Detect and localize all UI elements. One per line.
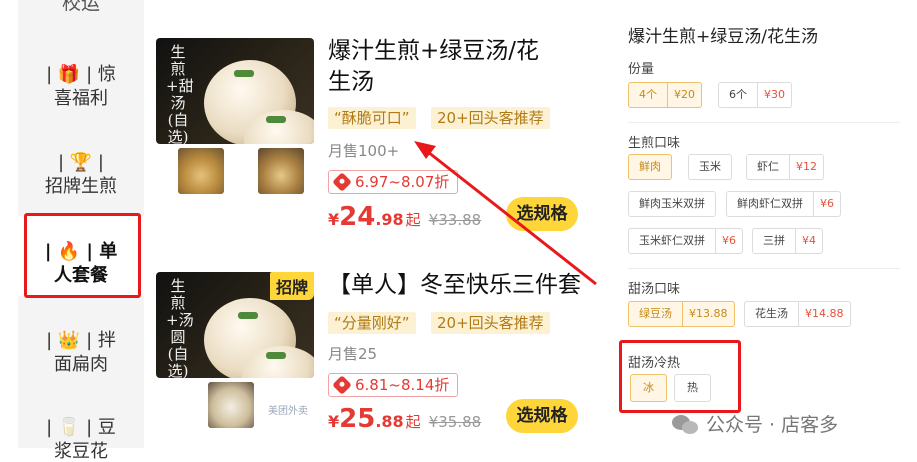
option-fresh-pork[interactable]: 鲜肉 — [628, 154, 672, 180]
price: ¥24.98 起 ¥33.88 — [328, 202, 482, 232]
product-thumbnail[interactable] — [178, 148, 224, 194]
trophy-icon: 🏆 — [69, 152, 93, 173]
select-spec-button[interactable]: 选规格 — [506, 197, 578, 231]
discount-tag-icon — [332, 375, 352, 395]
product-card[interactable]: 生煎+甜汤(自选) 爆汁生煎+绿豆汤/花 生汤 “酥脆可口” 20+回头客推荐 … — [156, 38, 586, 238]
monthly-sales: 月售100+ — [328, 142, 400, 160]
crown-icon: 👑 — [57, 330, 81, 351]
recommend-tag: 20+回头客推荐 — [431, 107, 550, 129]
option-mung-bean-soup[interactable]: 绿豆汤 ¥13.88 — [628, 301, 735, 327]
discount-badge: 6.97~8.07折 — [328, 170, 459, 194]
option-shrimp[interactable]: 虾仁 ¥12 — [746, 154, 824, 180]
monthly-sales: 月售25 — [328, 345, 378, 363]
select-spec-button[interactable]: 选规格 — [506, 399, 578, 433]
product-title: 爆汁生煎+绿豆汤/花 生汤 — [328, 38, 540, 95]
product-image[interactable]: 生煎+甜汤(自选) — [156, 38, 314, 144]
recommend-tag: 20+回头客推荐 — [431, 312, 550, 334]
original-price: ¥35.88 — [428, 413, 482, 431]
review-tag: “酥脆可口” — [328, 107, 416, 129]
option-corn-shrimp[interactable]: 玉米虾仁双拼 ¥6 — [628, 228, 743, 254]
divider — [628, 268, 900, 269]
sidebar-item-welfare[interactable]: | 🎁 | 惊 喜福利 — [18, 63, 144, 111]
product-image-text: 生煎+甜汤(自选) — [166, 43, 194, 145]
group-label-portion: 份量 — [628, 62, 655, 77]
option-4pcs[interactable]: 4个 ¥20 — [628, 82, 702, 108]
sidebar-item-soymilk[interactable]: | 🥛 | 豆 浆豆花 — [18, 416, 144, 462]
discount-badge: 6.81~8.14折 — [328, 373, 459, 397]
wechat-icon — [672, 413, 700, 435]
sidebar-item-label: 喜福利 — [54, 88, 108, 109]
discount-tag-icon — [332, 172, 352, 192]
signature-badge: 招牌 — [270, 272, 315, 300]
divider — [628, 122, 900, 123]
review-tag: “分量刚好” — [328, 312, 416, 334]
group-label-flavor: 生煎口味 — [628, 136, 681, 151]
sidebar-item-noodles[interactable]: | 👑 | 拌 面扁肉 — [18, 329, 144, 377]
option-corn[interactable]: 玉米 — [688, 154, 732, 180]
product-title: 【单人】冬至快乐三件套 — [328, 272, 581, 298]
price: ¥25.88 起 ¥35.88 — [328, 404, 482, 434]
product-card[interactable]: 生煎+汤圆(自选) 招牌 美团外卖 【单人】冬至快乐三件套 “分量刚好” 20+… — [156, 272, 586, 448]
option-triple[interactable]: 三拼 ¥4 — [752, 228, 823, 254]
milk-icon: 🥛 — [57, 417, 81, 438]
option-6pcs[interactable]: 6个 ¥30 — [718, 82, 792, 108]
sidebar-item-signature[interactable]: | 🏆 | 招牌生煎 — [18, 151, 144, 199]
group-label-soup: 甜汤口味 — [628, 282, 681, 297]
option-peanut-soup[interactable]: 花生汤 ¥14.88 — [744, 301, 851, 327]
sidebar-item-partial[interactable]: 校运 — [18, 0, 144, 15]
annotation-highlight-box — [619, 340, 741, 413]
product-thumbnail[interactable] — [208, 382, 254, 428]
spec-panel-title: 爆汁生煎+绿豆汤/花生汤 — [628, 27, 818, 47]
annotation-highlight-box — [24, 213, 141, 298]
option-pork-corn[interactable]: 鲜肉玉米双拼 — [628, 191, 716, 217]
product-image-text: 生煎+汤圆(自选) — [166, 277, 194, 379]
watermark: 公众号 · 店客多 — [672, 410, 838, 437]
thumbnail-watermark: 美团外卖 — [268, 406, 308, 417]
gift-icon: 🎁 — [57, 64, 81, 85]
original-price: ¥33.88 — [428, 211, 482, 229]
option-pork-shrimp[interactable]: 鲜肉虾仁双拼 ¥6 — [726, 191, 841, 217]
sidebar-item-label: 招牌生煎 — [45, 176, 117, 197]
sidebar-item-label: 浆豆花 — [54, 441, 108, 462]
sidebar-item-label: 面扁肉 — [54, 354, 108, 375]
product-thumbnail[interactable] — [258, 148, 304, 194]
